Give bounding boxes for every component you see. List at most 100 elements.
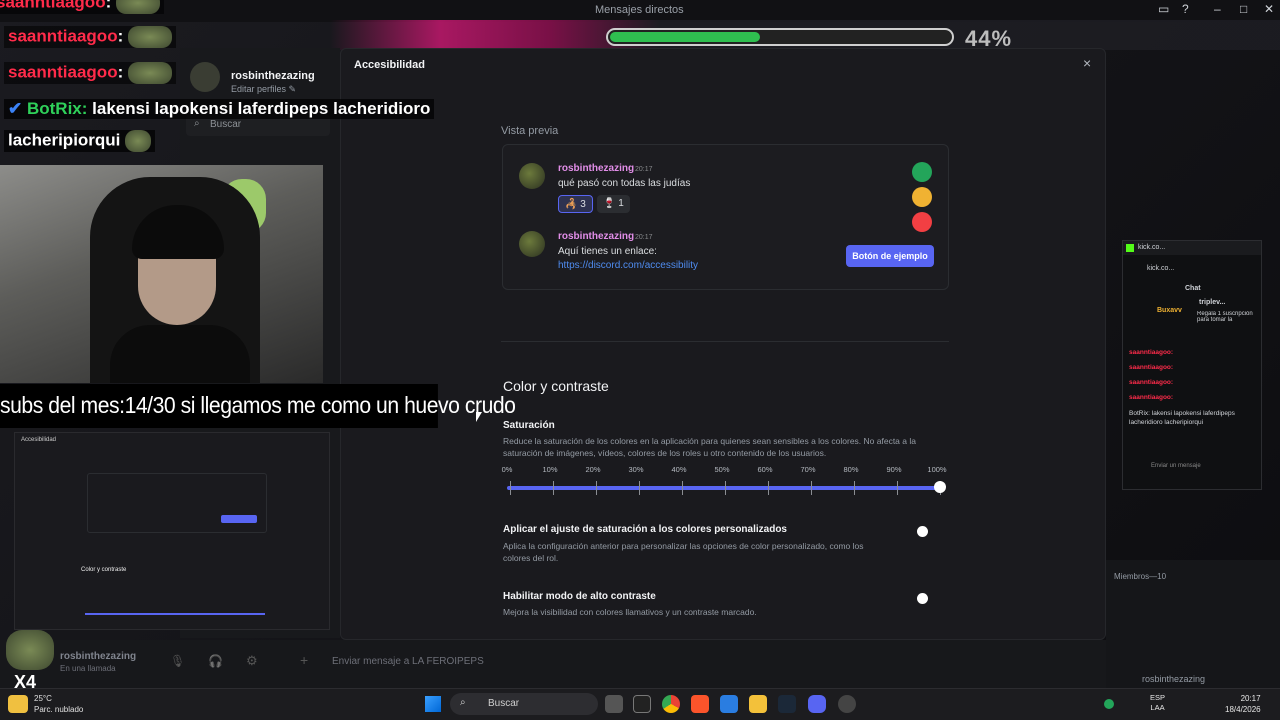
pepe-emote-icon bbox=[128, 62, 172, 84]
profile-card[interactable]: rosbinthezazing Editar perfiles ✎ bbox=[190, 62, 315, 94]
kick-chat-label: Chat bbox=[1185, 285, 1201, 292]
toggle-knob bbox=[917, 593, 928, 604]
toggle-knob bbox=[917, 526, 928, 537]
edit-profiles-label: Editar perfiles bbox=[231, 84, 287, 94]
avatar bbox=[519, 231, 545, 257]
accessibility-link[interactable]: https://discord.com/accessibility bbox=[558, 260, 698, 271]
mic-icon[interactable]: 🎙 bbox=[170, 654, 185, 668]
tick-mark bbox=[553, 481, 554, 495]
botrix-line-2: lacheripiorqui bbox=[4, 130, 156, 152]
reaction-count: 3 bbox=[580, 199, 586, 210]
slider-knob[interactable] bbox=[934, 481, 946, 493]
kick-url[interactable]: kick.co... bbox=[1147, 265, 1174, 272]
saturation-slider[interactable] bbox=[507, 481, 946, 495]
tick-label: 0% bbox=[501, 465, 513, 474]
members-list: Miembros—10 rosbinthezazing bbox=[1106, 560, 1280, 688]
botrix-text-2: lacheripiorqui bbox=[8, 130, 121, 150]
tick-mark bbox=[725, 481, 726, 495]
tick-mark bbox=[854, 481, 855, 495]
message-input[interactable]: Enviar mensaje a LA FEROIPEPS bbox=[332, 656, 484, 667]
inbox-icon[interactable]: ▭ bbox=[1158, 2, 1169, 16]
minimize-icon[interactable]: – bbox=[1214, 2, 1221, 16]
steam-icon[interactable] bbox=[778, 695, 796, 713]
chat-user: saanntiaagoo bbox=[8, 26, 118, 46]
reaction-emoji: 🦂 bbox=[565, 199, 578, 210]
status-dot-icon[interactable] bbox=[1104, 699, 1114, 709]
clock-time: 20:17 bbox=[1240, 694, 1261, 703]
file-icon[interactable] bbox=[605, 695, 623, 713]
headset-icon[interactable]: 🎧 bbox=[208, 654, 223, 668]
member-name[interactable]: rosbinthezazing bbox=[1142, 674, 1205, 684]
sample-button[interactable]: Botón de ejemplo bbox=[846, 245, 934, 267]
saturation-ticks: 0% 10% 20% 30% 40% 50% 60% 70% 80% 90% 100% bbox=[501, 465, 947, 477]
discord-icon[interactable] bbox=[808, 695, 826, 713]
pepe-emote-icon bbox=[128, 26, 172, 48]
tick-mark bbox=[510, 481, 511, 495]
botrix-text: lakensi lapokensi laferdipeps lacheridio… bbox=[92, 99, 431, 118]
edit-profiles-link[interactable]: Editar perfiles ✎ bbox=[231, 84, 296, 95]
kick-logo-icon bbox=[1126, 244, 1134, 252]
close-icon[interactable]: × bbox=[1083, 55, 1091, 71]
brave-icon[interactable] bbox=[691, 695, 709, 713]
discord-titlebar: Mensajes directos ▭ ? – □ ✕ bbox=[0, 0, 1280, 22]
custom-colors-title: Aplicar el ajuste de saturación a los co… bbox=[503, 524, 787, 535]
botrix-user: BotRix: bbox=[26, 99, 88, 118]
kick-sub-user: Buxavv bbox=[1157, 307, 1182, 314]
message-text: Aquí tienes un enlace: bbox=[558, 246, 657, 257]
kick-send-input[interactable]: Enviar un mensaje bbox=[1151, 463, 1201, 469]
reaction-scorpion[interactable]: 🦂 3 bbox=[558, 195, 593, 213]
language-indicator[interactable]: ESP LAA bbox=[1150, 693, 1165, 713]
obs-icon[interactable] bbox=[838, 695, 856, 713]
tick-mark bbox=[639, 481, 640, 495]
kick-chat-line: saanntiaagoo: bbox=[1129, 379, 1174, 386]
maximize-icon[interactable]: □ bbox=[1240, 2, 1247, 16]
message-preview: rosbinthezazing 20:17 qué pasó con todas… bbox=[502, 144, 949, 290]
custom-colors-toggle[interactable] bbox=[915, 525, 941, 539]
accessibility-modal: Accesibilidad × Vista previa rosbintheza… bbox=[340, 48, 1106, 640]
lang-code: ESP bbox=[1150, 693, 1166, 702]
discord-green-icon bbox=[912, 162, 932, 182]
pepe-emote-icon bbox=[125, 130, 152, 152]
divider bbox=[501, 341, 949, 342]
mini-preview bbox=[87, 473, 267, 533]
message-username: rosbinthezazing bbox=[558, 231, 635, 242]
tick-label: 80% bbox=[843, 465, 859, 474]
tick-mark bbox=[596, 481, 597, 495]
epic-games-icon[interactable] bbox=[633, 695, 651, 713]
pencil-icon: ✎ bbox=[288, 84, 297, 94]
mirrored-stream-preview: Accesibilidad Color y contraste bbox=[14, 432, 330, 630]
webcam-feed bbox=[0, 165, 323, 383]
high-contrast-title: Habilitar modo de alto contraste bbox=[503, 591, 656, 602]
chrome-icon[interactable] bbox=[662, 695, 680, 713]
store-icon[interactable] bbox=[720, 695, 738, 713]
kick-title: kick.co... bbox=[1138, 244, 1166, 251]
mini-section-title: Color y contraste bbox=[81, 567, 127, 573]
mini-slider bbox=[85, 613, 265, 615]
message-time: 20:17 bbox=[635, 234, 653, 241]
reaction-count: 1 bbox=[618, 198, 624, 209]
bottom-status: En una llamada bbox=[60, 664, 116, 673]
avatar bbox=[519, 163, 545, 189]
window-title: Mensajes directos bbox=[595, 4, 684, 16]
help-icon[interactable]: ? bbox=[1182, 2, 1189, 16]
kick-chat-line: saanntiaagoo: bbox=[1129, 394, 1174, 401]
message-time: 20:17 bbox=[635, 166, 653, 173]
close-window-icon[interactable]: ✕ bbox=[1264, 2, 1274, 16]
message-username: rosbinthezazing bbox=[558, 163, 635, 174]
tick-mark bbox=[811, 481, 812, 495]
chat-sep: : bbox=[105, 0, 112, 12]
clock[interactable]: 20:17 18/4/2026 bbox=[1225, 693, 1261, 715]
reaction-wine[interactable]: 🍷 1 bbox=[597, 195, 630, 213]
gear-icon[interactable]: ⚙ bbox=[246, 653, 258, 669]
avatar bbox=[190, 62, 220, 92]
subs-goal-banner: subs del mes:14/30 si llegamos me como u… bbox=[0, 384, 516, 428]
mouse-cursor bbox=[476, 412, 482, 422]
saturation-title: Saturación bbox=[503, 420, 555, 431]
saturation-desc: Reduce la saturación de los colores en l… bbox=[503, 436, 916, 458]
tick-mark bbox=[682, 481, 683, 495]
high-contrast-toggle[interactable] bbox=[915, 592, 941, 606]
chat-line: saanntiaagoo: bbox=[4, 26, 176, 48]
members-header: Miembros—10 bbox=[1114, 572, 1167, 581]
explorer-icon[interactable] bbox=[749, 695, 767, 713]
add-icon[interactable]: + bbox=[300, 652, 308, 668]
